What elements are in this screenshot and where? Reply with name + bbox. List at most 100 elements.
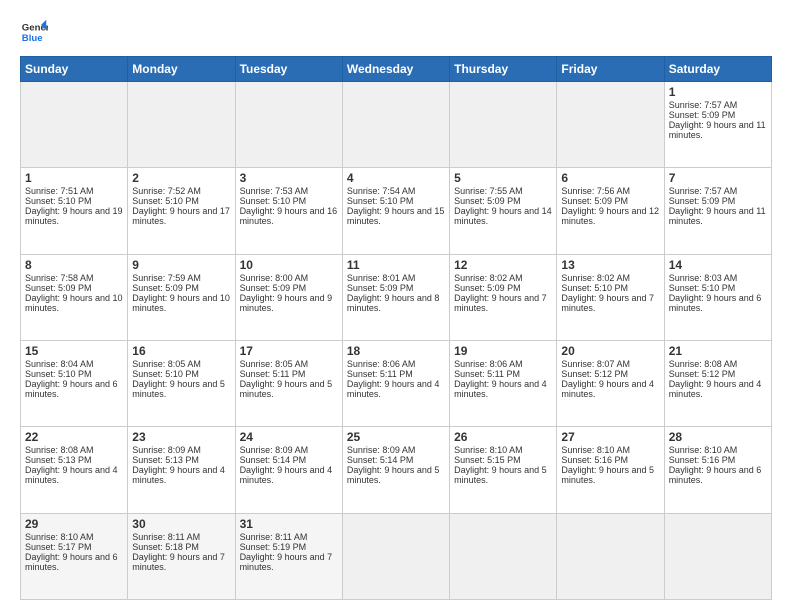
daylight-label: Daylight: 9 hours and 6 minutes.	[669, 465, 762, 485]
calendar-cell: 27 Sunrise: 8:10 AM Sunset: 5:16 PM Dayl…	[557, 427, 664, 513]
daylight-label: Daylight: 9 hours and 5 minutes.	[454, 465, 547, 485]
calendar-cell: 10 Sunrise: 8:00 AM Sunset: 5:09 PM Dayl…	[235, 254, 342, 340]
sunset-label: Sunset: 5:14 PM	[347, 455, 414, 465]
sunset-label: Sunset: 5:10 PM	[347, 196, 414, 206]
calendar-cell: 19 Sunrise: 8:06 AM Sunset: 5:11 PM Dayl…	[450, 340, 557, 426]
daylight-label: Daylight: 9 hours and 6 minutes.	[25, 379, 118, 399]
calendar-cell: 2 Sunrise: 7:52 AM Sunset: 5:10 PM Dayli…	[128, 168, 235, 254]
calendar-cell: 8 Sunrise: 7:58 AM Sunset: 5:09 PM Dayli…	[21, 254, 128, 340]
header: General Blue	[20, 18, 772, 46]
logo-icon: General Blue	[20, 18, 48, 46]
sunrise-label: Sunrise: 8:10 AM	[669, 445, 738, 455]
daylight-label: Daylight: 9 hours and 7 minutes.	[454, 293, 547, 313]
sunrise-label: Sunrise: 8:06 AM	[347, 359, 416, 369]
daylight-label: Daylight: 9 hours and 11 minutes.	[669, 206, 766, 226]
calendar-cell	[21, 82, 128, 168]
daylight-label: Daylight: 9 hours and 5 minutes.	[561, 465, 654, 485]
sunset-label: Sunset: 5:15 PM	[454, 455, 521, 465]
calendar-cell: 3 Sunrise: 7:53 AM Sunset: 5:10 PM Dayli…	[235, 168, 342, 254]
logo: General Blue	[20, 18, 48, 46]
sunrise-label: Sunrise: 8:05 AM	[240, 359, 309, 369]
sunrise-label: Sunrise: 8:09 AM	[132, 445, 201, 455]
sunset-label: Sunset: 5:13 PM	[25, 455, 92, 465]
day-number: 2	[132, 171, 230, 185]
calendar-cell: 23 Sunrise: 8:09 AM Sunset: 5:13 PM Dayl…	[128, 427, 235, 513]
daylight-label: Daylight: 9 hours and 4 minutes.	[561, 379, 654, 399]
calendar-cell: 15 Sunrise: 8:04 AM Sunset: 5:10 PM Dayl…	[21, 340, 128, 426]
sunrise-label: Sunrise: 7:58 AM	[25, 273, 94, 283]
calendar-cell: 25 Sunrise: 8:09 AM Sunset: 5:14 PM Dayl…	[342, 427, 449, 513]
sunset-label: Sunset: 5:11 PM	[454, 369, 520, 379]
calendar-week-row: 15 Sunrise: 8:04 AM Sunset: 5:10 PM Dayl…	[21, 340, 772, 426]
daylight-label: Daylight: 9 hours and 7 minutes.	[561, 293, 654, 313]
daylight-label: Daylight: 9 hours and 4 minutes.	[669, 379, 762, 399]
day-number: 22	[25, 430, 123, 444]
daylight-label: Daylight: 9 hours and 4 minutes.	[240, 465, 333, 485]
calendar-week-row: 1 Sunrise: 7:57 AM Sunset: 5:09 PM Dayli…	[21, 82, 772, 168]
day-number: 17	[240, 344, 338, 358]
calendar-cell: 13 Sunrise: 8:02 AM Sunset: 5:10 PM Dayl…	[557, 254, 664, 340]
day-number: 31	[240, 517, 338, 531]
day-number: 13	[561, 258, 659, 272]
sunrise-label: Sunrise: 8:03 AM	[669, 273, 738, 283]
sunset-label: Sunset: 5:09 PM	[669, 110, 736, 120]
daylight-label: Daylight: 9 hours and 6 minutes.	[669, 293, 762, 313]
calendar-table: SundayMondayTuesdayWednesdayThursdayFrid…	[20, 56, 772, 600]
sunrise-label: Sunrise: 7:57 AM	[669, 186, 738, 196]
sunrise-label: Sunrise: 7:54 AM	[347, 186, 416, 196]
calendar-cell	[450, 82, 557, 168]
sunrise-label: Sunrise: 7:55 AM	[454, 186, 523, 196]
page: General Blue SundayMondayTuesdayWednesda…	[0, 0, 792, 612]
day-number: 4	[347, 171, 445, 185]
daylight-label: Daylight: 9 hours and 5 minutes.	[240, 379, 333, 399]
calendar-cell: 12 Sunrise: 8:02 AM Sunset: 5:09 PM Dayl…	[450, 254, 557, 340]
calendar-header-sunday: Sunday	[21, 57, 128, 82]
day-number: 8	[25, 258, 123, 272]
sunrise-label: Sunrise: 8:06 AM	[454, 359, 523, 369]
sunset-label: Sunset: 5:09 PM	[132, 283, 199, 293]
daylight-label: Daylight: 9 hours and 16 minutes.	[240, 206, 338, 226]
daylight-label: Daylight: 9 hours and 8 minutes.	[347, 293, 440, 313]
calendar-week-row: 8 Sunrise: 7:58 AM Sunset: 5:09 PM Dayli…	[21, 254, 772, 340]
calendar-header-row: SundayMondayTuesdayWednesdayThursdayFrid…	[21, 57, 772, 82]
day-number: 21	[669, 344, 767, 358]
sunset-label: Sunset: 5:10 PM	[669, 283, 736, 293]
daylight-label: Daylight: 9 hours and 5 minutes.	[132, 379, 225, 399]
sunset-label: Sunset: 5:12 PM	[669, 369, 736, 379]
sunrise-label: Sunrise: 7:52 AM	[132, 186, 201, 196]
day-number: 9	[132, 258, 230, 272]
calendar-cell	[450, 513, 557, 599]
day-number: 1	[669, 85, 767, 99]
sunrise-label: Sunrise: 8:10 AM	[561, 445, 630, 455]
sunrise-label: Sunrise: 8:09 AM	[347, 445, 416, 455]
sunrise-label: Sunrise: 8:04 AM	[25, 359, 94, 369]
calendar-header-tuesday: Tuesday	[235, 57, 342, 82]
sunrise-label: Sunrise: 7:57 AM	[669, 100, 738, 110]
calendar-header-wednesday: Wednesday	[342, 57, 449, 82]
calendar-cell: 24 Sunrise: 8:09 AM Sunset: 5:14 PM Dayl…	[235, 427, 342, 513]
calendar-cell	[235, 82, 342, 168]
sunrise-label: Sunrise: 8:07 AM	[561, 359, 630, 369]
sunset-label: Sunset: 5:10 PM	[25, 369, 92, 379]
sunrise-label: Sunrise: 8:08 AM	[25, 445, 94, 455]
calendar-cell	[342, 82, 449, 168]
calendar-cell	[557, 82, 664, 168]
calendar-cell: 18 Sunrise: 8:06 AM Sunset: 5:11 PM Dayl…	[342, 340, 449, 426]
sunset-label: Sunset: 5:09 PM	[561, 196, 628, 206]
day-number: 15	[25, 344, 123, 358]
day-number: 16	[132, 344, 230, 358]
sunset-label: Sunset: 5:09 PM	[240, 283, 307, 293]
sunrise-label: Sunrise: 8:10 AM	[25, 532, 94, 542]
day-number: 11	[347, 258, 445, 272]
sunset-label: Sunset: 5:10 PM	[132, 369, 199, 379]
day-number: 27	[561, 430, 659, 444]
day-number: 24	[240, 430, 338, 444]
day-number: 29	[25, 517, 123, 531]
calendar-cell: 29 Sunrise: 8:10 AM Sunset: 5:17 PM Dayl…	[21, 513, 128, 599]
calendar-cell	[557, 513, 664, 599]
daylight-label: Daylight: 9 hours and 10 minutes.	[132, 293, 230, 313]
sunset-label: Sunset: 5:10 PM	[561, 283, 628, 293]
day-number: 10	[240, 258, 338, 272]
day-number: 23	[132, 430, 230, 444]
day-number: 25	[347, 430, 445, 444]
